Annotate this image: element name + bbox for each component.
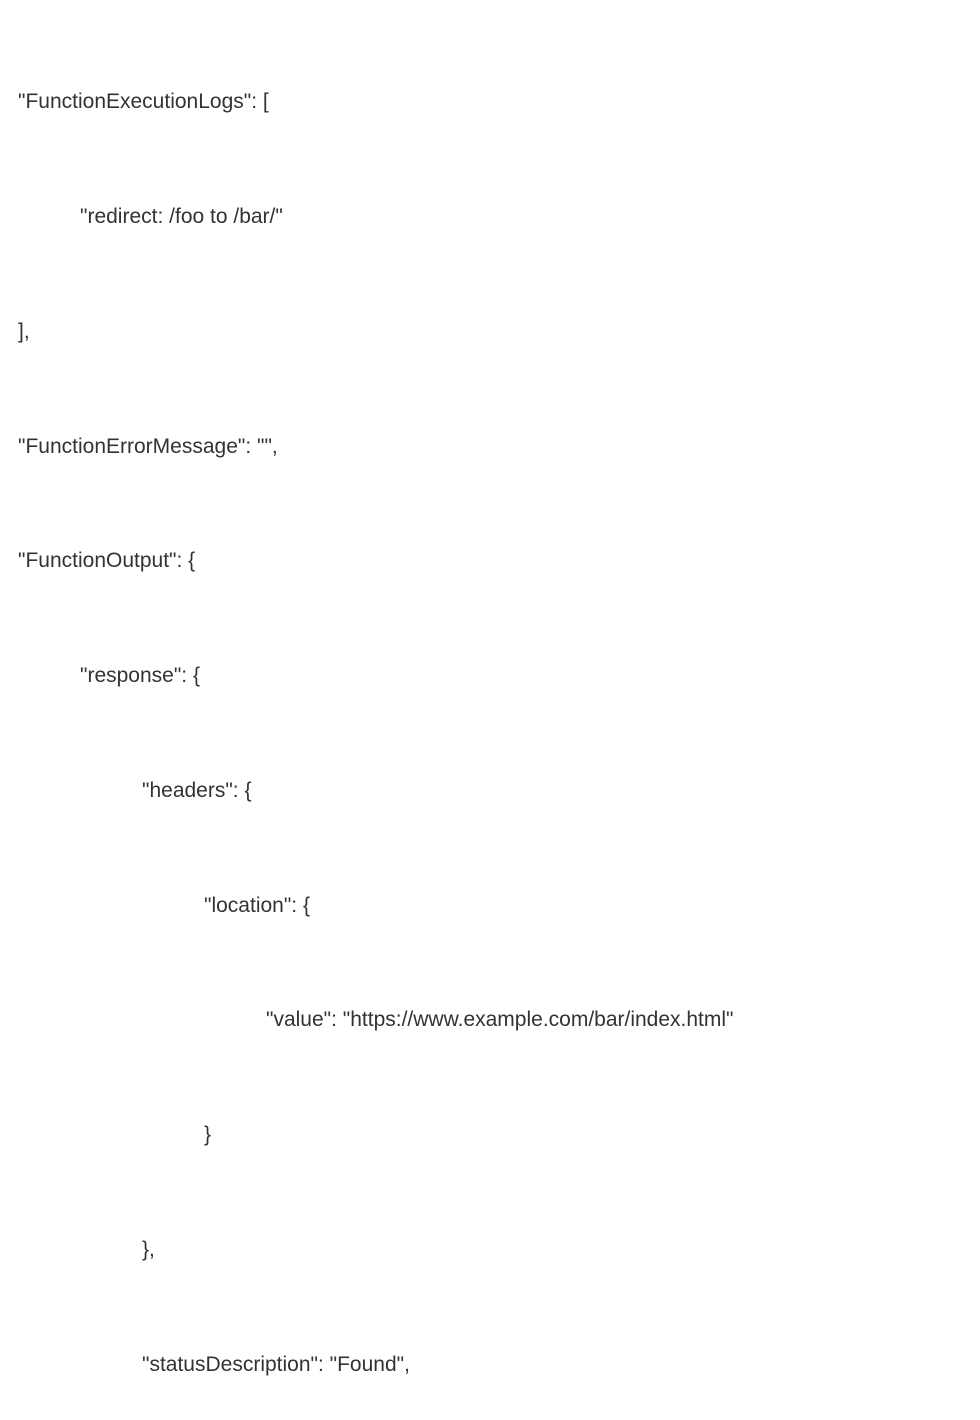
code-line: "FunctionErrorMessage": "", (18, 430, 962, 464)
code-line: "location": { (18, 889, 962, 923)
code-line: "statusDescription": "Found", (18, 1348, 962, 1382)
code-line: "value": "https://www.example.com/bar/in… (18, 1003, 962, 1037)
code-line: "redirect: /foo to /bar/" (18, 200, 962, 234)
json-code-block: "FunctionExecutionLogs": [ "redirect: /f… (18, 18, 962, 1420)
code-line: "response": { (18, 659, 962, 693)
code-line: "headers": { (18, 774, 962, 808)
code-line: } (18, 1118, 962, 1152)
code-line: ], (18, 315, 962, 349)
code-line: "FunctionExecutionLogs": [ (18, 85, 962, 119)
code-line: "FunctionOutput": { (18, 544, 962, 578)
code-line: }, (18, 1233, 962, 1267)
